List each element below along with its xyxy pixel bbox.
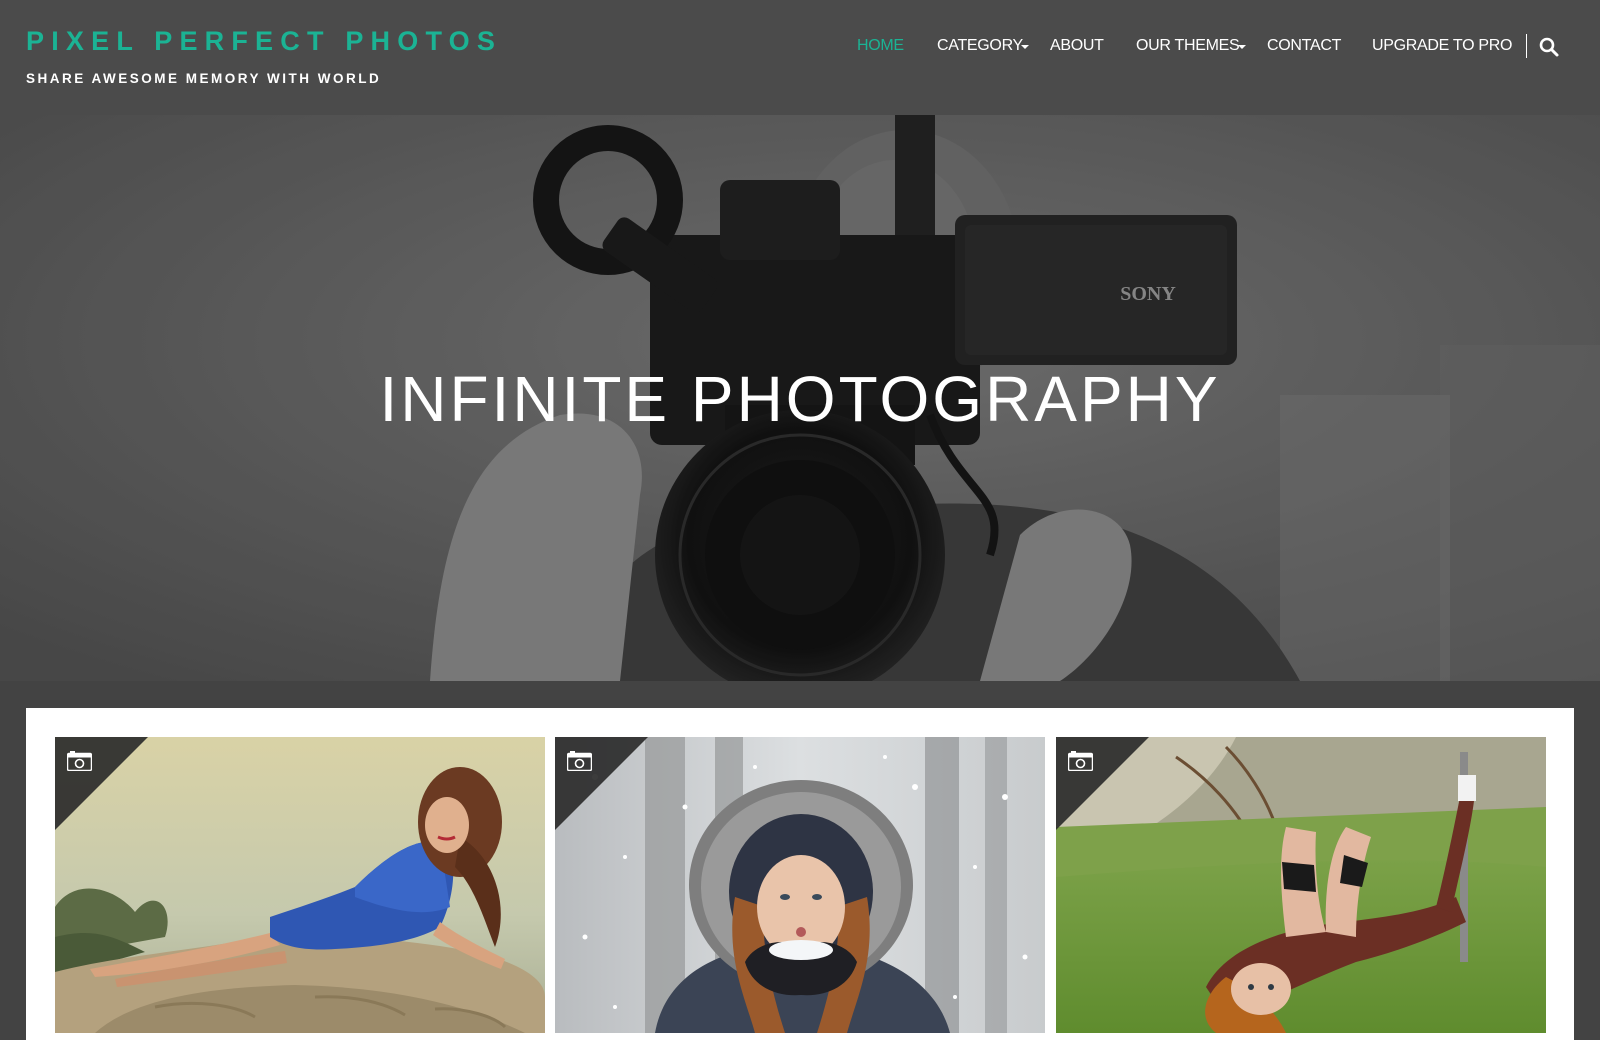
nav-item-home[interactable]: HOME [857,35,904,57]
gallery-panel [26,708,1574,1040]
hero-title: INFINITE PHOTOGRAPHY [379,363,1221,435]
gallery-card[interactable] [1056,737,1546,1033]
chevron-down-icon[interactable] [1021,45,1029,49]
gallery-card[interactable] [55,737,545,1033]
nav-item-category[interactable]: CATEGORY [937,35,1023,57]
nav-divider [1526,34,1527,58]
chevron-down-icon[interactable] [1238,45,1246,49]
site-header: PIXEL PERFECT PHOTOS SHARE AWESOME MEMOR… [0,0,1600,115]
nav-item-about[interactable]: ABOUT [1050,35,1104,57]
search-icon [1539,37,1559,57]
camera-icon [567,751,592,771]
nav-item-our-themes[interactable]: OUR THEMES [1136,35,1240,57]
camera-icon [67,751,92,771]
camera-icon [1068,751,1093,771]
site-tagline: SHARE AWESOME MEMORY WITH WORLD [26,71,382,86]
main-nav: HOME CATEGORY ABOUT OUR THEMES CONTACT U… [0,35,1600,57]
hero-banner: SONY INFINITE PHOTOGRAPHY [0,115,1600,681]
search-button[interactable] [1538,36,1560,58]
nav-item-upgrade-to-pro[interactable]: UPGRADE TO PRO [1372,35,1512,57]
gallery-card[interactable] [555,737,1045,1033]
nav-item-contact[interactable]: CONTACT [1267,35,1341,57]
